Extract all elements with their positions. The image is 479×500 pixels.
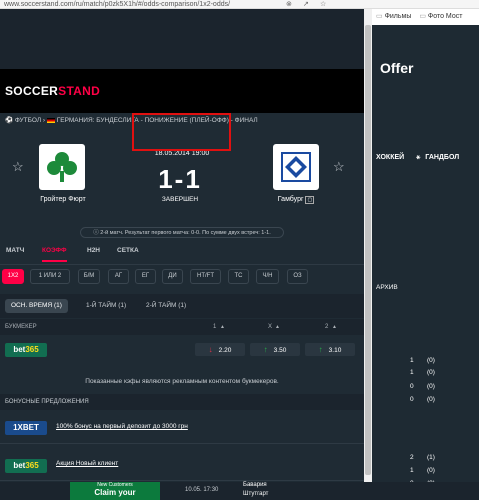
diamond-icon [281, 152, 311, 182]
share-icon[interactable]: ↗ [303, 0, 309, 8]
chip-odd-even[interactable]: Ч/Н [256, 269, 279, 284]
star-icon[interactable]: ☆ [320, 0, 326, 8]
list-item: 0(0) [410, 396, 435, 403]
chip-over-under[interactable]: Б/М [78, 269, 100, 284]
match-time: 10.05. 17:30 [185, 487, 219, 493]
bonus-header: БОНУСНЫЕ ПРЕДЛОЖЕНИЯ [0, 394, 364, 410]
breadcrumb-sport[interactable]: ФУТБОЛ [15, 117, 41, 124]
away-team-name[interactable]: Гамбург ▢ [256, 196, 336, 204]
ad-banner[interactable]: New Customers Claim your [70, 482, 160, 500]
home-team-name[interactable]: Гройтер Фюрт [20, 196, 106, 203]
bookmark-item[interactable]: Фото Мост [428, 13, 463, 20]
match-datetime: 18.05.2014 19:00 [154, 150, 210, 157]
highlight-box [132, 113, 231, 151]
sport-hockey[interactable]: ХОККЕЙ [376, 154, 404, 161]
bookmarks-bar: ▭ Фильмы ▭ Фото Мост [372, 9, 479, 25]
odd-2[interactable]: ↑ 3.10 [305, 343, 355, 356]
chip-ht-ft[interactable]: HT/FT [190, 269, 221, 284]
sports-menu: ХОККЕЙ ⚹ ГАНДБОЛ [372, 143, 479, 173]
odd-x[interactable]: ↑ 3.50 [250, 343, 300, 356]
folder-icon: ▭ [376, 13, 385, 20]
ad-note: Показанные кэфы являются рекламным конте… [85, 378, 279, 385]
info-icon: ▢ [305, 196, 315, 204]
bookmark-item[interactable]: Фильмы [385, 13, 412, 20]
match-status: ЗАВЕРШЕН [161, 196, 199, 203]
offer-text: Offer [380, 60, 414, 76]
market-chips: 1X2 1 ИЛИ 2 Б/М АГ ЕГ ДИ HT/FT ТС Ч/Н ОЗ [0, 269, 364, 289]
odds-column-header: БУКМЕКЕР 1 ▲ X ▲ 2 ▲ [0, 319, 364, 335]
period-tabs: ОСН. ВРЕМЯ (1) 1-Й ТАЙМ (1) 2-Й ТАЙМ (1) [0, 294, 364, 318]
header: SOCCERSTAND [0, 69, 364, 114]
address-bar[interactable]: www.soccerstand.com/ru/match/p0zk5X1h/#/… [0, 0, 479, 9]
sport-handball[interactable]: ГАНДБОЛ [425, 154, 459, 161]
match-info: ⓘ 2-й матч. Результат первого матча: 0-0… [80, 227, 284, 238]
tab-bracket[interactable]: СЕТКА [117, 247, 139, 254]
bet365-logo[interactable]: bet365 [5, 459, 47, 473]
col-bookmaker: БУКМЕКЕР [5, 324, 37, 330]
period-full-time[interactable]: ОСН. ВРЕМЯ (1) [5, 299, 68, 313]
scrollbar[interactable] [364, 9, 372, 500]
promo-1xbet: 1XBET 100% бонус на первый депозит до 30… [0, 414, 364, 444]
archive-label[interactable]: АРХИВ [376, 284, 398, 291]
bet365-logo[interactable]: bet365 [5, 343, 47, 357]
arrow-up-icon: ↑ [318, 345, 323, 354]
chip-1x2[interactable]: 1X2 [2, 269, 24, 284]
tab-odds[interactable]: КОЭФФ [42, 247, 67, 262]
promo-link[interactable]: Акция Новый клиент [56, 460, 118, 467]
arrow-up-icon: ↑ [263, 345, 268, 354]
offer-banner[interactable]: Offer [372, 25, 479, 125]
odd-1[interactable]: ↓ 2.20 [195, 343, 245, 356]
tab-match[interactable]: МАТЧ [6, 247, 24, 254]
away-team-logo[interactable] [273, 144, 319, 190]
clover-icon [47, 152, 77, 182]
list-item: 1 (0) [410, 357, 435, 364]
team2-name[interactable]: Штутгарт [243, 491, 268, 497]
list-item: 1 (0) [410, 369, 435, 376]
period-first-half[interactable]: 1-Й ТАЙМ (1) [80, 299, 132, 313]
germany-flag-icon [46, 117, 55, 123]
period-second-half[interactable]: 2-Й ТАЙМ (1) [140, 299, 192, 313]
table-row: bet365 ↓ 2.20 ↑ 3.50 ↑ 3.10 [0, 339, 364, 361]
1xbet-logo[interactable]: 1XBET [5, 421, 47, 435]
football-icon: ⚽ [5, 117, 15, 124]
chip-1-or-2[interactable]: 1 ИЛИ 2 [30, 269, 70, 284]
match-tabs: МАТЧ КОЭФФ Н2Н СЕТКА [0, 241, 364, 265]
team1-name[interactable]: Бавария [243, 482, 267, 488]
home-team-logo[interactable] [39, 144, 85, 190]
url-text: www.soccerstand.com/ru/match/p0zk5X1h/#/… [4, 1, 231, 8]
promo-bet365: bet365 Акция Новый клиент [0, 451, 364, 481]
chip-ah[interactable]: АГ [108, 269, 129, 284]
promo-link[interactable]: 100% бонус на первый депозит до 3000 грн [56, 423, 188, 430]
favorite-star-icon[interactable]: ☆ [12, 159, 24, 175]
background-page: Offer ХОККЕЙ ⚹ ГАНДБОЛ АРХИВ 1 (0) 1 (0) 0… [372, 25, 479, 500]
favorite-star-icon[interactable]: ☆ [333, 159, 345, 175]
chip-cs[interactable]: ТС [228, 269, 249, 284]
arrow-down-icon: ↓ [208, 345, 213, 354]
chip-eh[interactable]: ЕГ [135, 269, 156, 284]
col-x: X [268, 324, 273, 330]
folder-icon: ▭ [419, 13, 428, 20]
handball-icon: ⚹ [416, 154, 421, 161]
match-popup: SOCCERSTAND ⚽ ФУТБОЛ › ГЕРМАНИЯ: БУНДЕСЛ… [0, 9, 372, 500]
logo[interactable]: SOCCERSTAND [5, 84, 100, 98]
top-band [0, 9, 372, 69]
match-score: 1-1 [158, 164, 202, 194]
close-icon[interactable]: ⊗ [286, 0, 292, 8]
chip-dc[interactable]: ДИ [162, 269, 183, 284]
scroll-thumb[interactable] [365, 25, 371, 475]
col-2: 2 [325, 324, 329, 330]
tab-h2h[interactable]: Н2Н [87, 247, 100, 254]
list-item: 1 (0) [410, 467, 435, 474]
list-item: 0(0) [410, 383, 435, 390]
list-item: 2 (1) [410, 454, 435, 461]
col-1: 1 [213, 324, 217, 330]
chip-btts[interactable]: ОЗ [287, 269, 308, 284]
